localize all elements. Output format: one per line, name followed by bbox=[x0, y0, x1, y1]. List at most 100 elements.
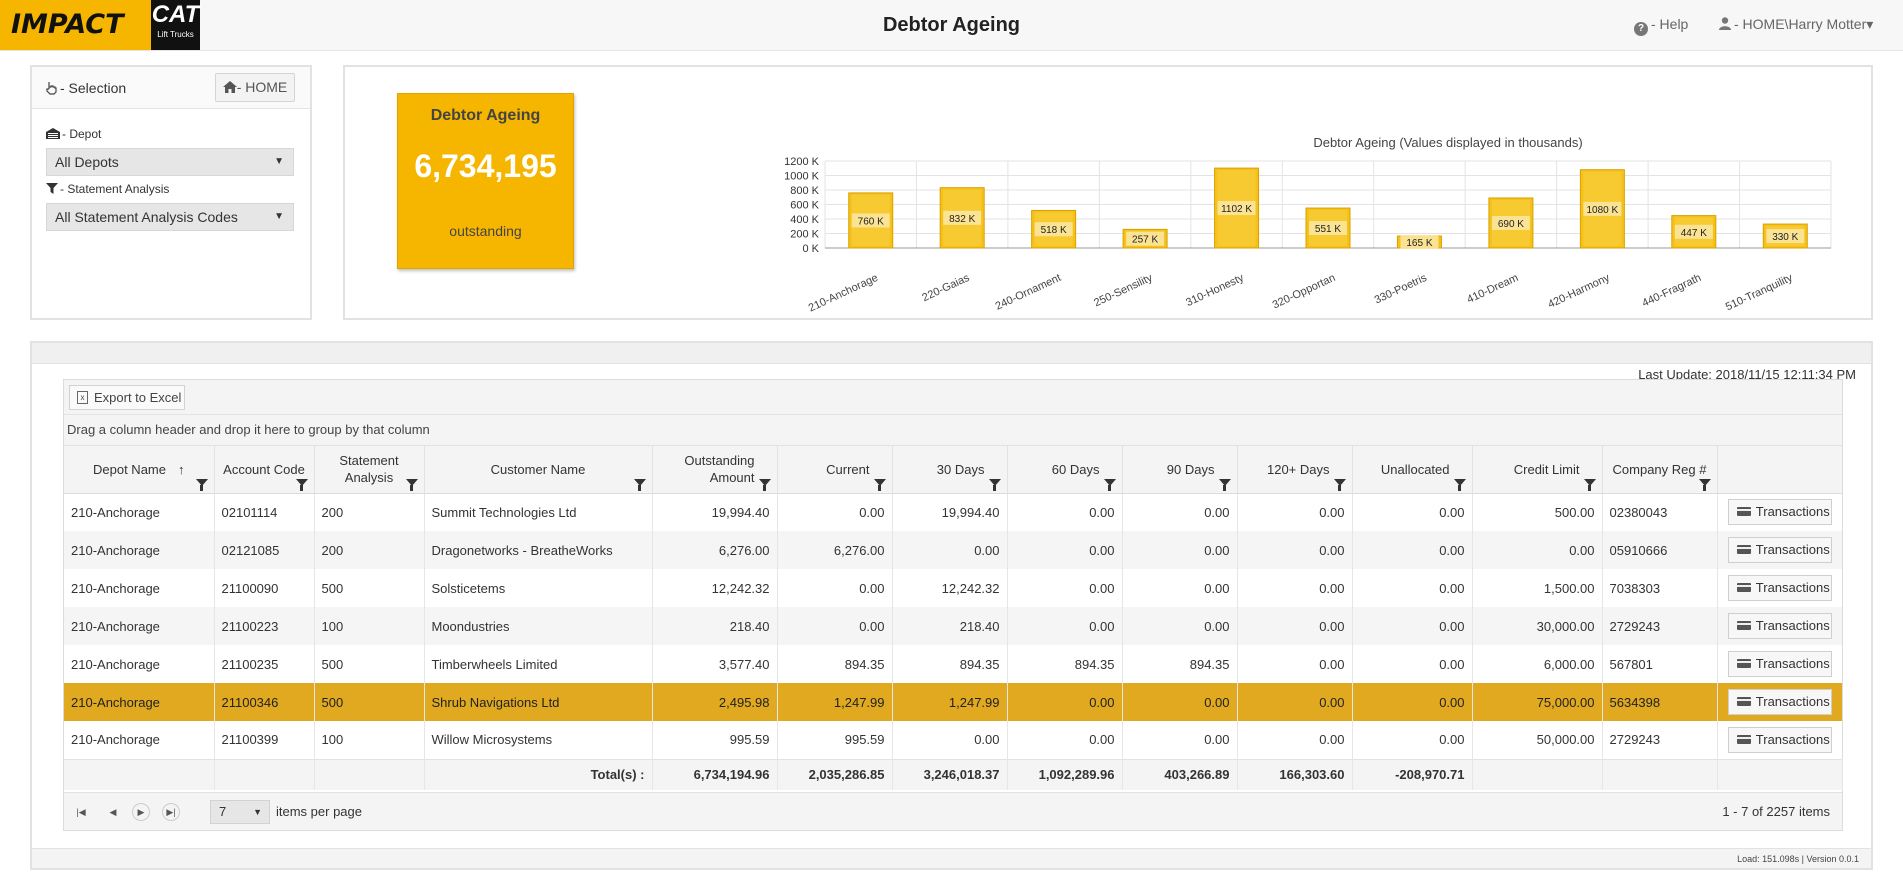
table-cell: Moondustries bbox=[424, 607, 653, 645]
column-header[interactable]: Credit Limit bbox=[1472, 446, 1603, 494]
table-cell: 6,276.00 bbox=[652, 531, 778, 569]
table-row[interactable]: 210-Anchorage 21100399 100 Willow Microsyst… bbox=[64, 721, 1842, 759]
column-header[interactable]: Statement Analysis bbox=[314, 446, 425, 494]
filter-icon[interactable] bbox=[405, 478, 418, 491]
column-header[interactable]: 120+ Days bbox=[1237, 446, 1353, 494]
table-cell: 210-Anchorage bbox=[64, 607, 215, 645]
help-link[interactable]: ? - Help bbox=[1634, 16, 1688, 36]
table-cell: 210-Anchorage bbox=[64, 721, 215, 759]
export-excel-button[interactable]: x Export to Excel bbox=[69, 385, 185, 410]
column-header[interactable]: Customer Name bbox=[424, 446, 653, 494]
home-icon bbox=[222, 81, 237, 93]
filter-icon[interactable] bbox=[195, 478, 208, 491]
credit-card-icon bbox=[1736, 697, 1751, 706]
y-tick-label: 1200 K bbox=[784, 156, 820, 168]
column-header[interactable]: Depot Name ↑ bbox=[64, 446, 215, 494]
filter-icon[interactable] bbox=[873, 478, 886, 491]
table-cell: 0.00 bbox=[1007, 531, 1123, 569]
actions-column-header bbox=[1717, 446, 1842, 494]
last-page-icon[interactable]: ▶| bbox=[162, 803, 180, 821]
table-row[interactable]: 210-Anchorage 21100090 500 Solsticetems 12,2… bbox=[64, 569, 1842, 607]
sort-ascending-icon[interactable]: ↑ bbox=[178, 462, 185, 477]
actions-cell: Transactions bbox=[1717, 607, 1842, 645]
table-cell: 0.00 bbox=[1472, 531, 1603, 569]
group-drop-area[interactable]: Drag a column header and drop it here to… bbox=[64, 415, 1842, 446]
grid-panel: Last Update: 2018/11/15 12:11:34 PM x Ex… bbox=[30, 341, 1873, 870]
first-page-icon[interactable]: |◀ bbox=[72, 803, 90, 821]
y-tick-label: 600 K bbox=[790, 200, 819, 212]
items-per-page-label: items per page bbox=[276, 804, 362, 819]
prev-page-icon[interactable]: ◀ bbox=[104, 803, 122, 821]
column-header[interactable]: Account Code bbox=[214, 446, 315, 494]
column-header[interactable]: Outstanding Amount bbox=[652, 446, 778, 494]
transactions-button[interactable]: Transactions bbox=[1727, 537, 1832, 563]
table-cell: 0.00 bbox=[1237, 607, 1353, 645]
table-row[interactable]: 210-Anchorage 21100223 100 Moondustries 218.… bbox=[64, 607, 1842, 645]
table-cell: 0.00 bbox=[1237, 721, 1353, 759]
question-circle-icon: ? bbox=[1634, 22, 1648, 36]
table-cell: 0.00 bbox=[1122, 493, 1238, 531]
table-cell: 0.00 bbox=[1122, 569, 1238, 607]
chart-panel: Debtor Ageing 6,734,195 outstanding Debt… bbox=[343, 65, 1873, 320]
actions-cell: Transactions bbox=[1717, 531, 1842, 569]
user-menu[interactable]: - HOME\Harry Motter▾ bbox=[1719, 16, 1873, 33]
filter-icon[interactable] bbox=[1103, 478, 1116, 491]
statement-analysis-dropdown[interactable]: All Statement Analysis Codes ▼ bbox=[46, 203, 294, 231]
column-header[interactable]: 90 Days bbox=[1122, 446, 1238, 494]
top-bar: IMPACT CAT Lift Trucks Debtor Ageing ? - … bbox=[0, 0, 1903, 51]
data-label: 257 K bbox=[1132, 235, 1158, 246]
table-row[interactable]: 210-Anchorage 21100235 500 Timberwheels Lim… bbox=[64, 645, 1842, 683]
table-row[interactable]: 210-Anchorage 02101114 200 Summit Technolog… bbox=[64, 493, 1842, 531]
table-cell: Summit Technologies Ltd bbox=[424, 493, 653, 531]
kpi-value: 6,734,195 bbox=[414, 148, 557, 184]
table-cell: 0.00 bbox=[1007, 607, 1123, 645]
table-cell: 2,495.98 bbox=[652, 683, 778, 721]
next-page-icon[interactable]: ▶ bbox=[132, 803, 150, 821]
column-header[interactable]: Current bbox=[777, 446, 893, 494]
filter-icon[interactable] bbox=[1333, 478, 1346, 491]
transactions-button[interactable]: Transactions bbox=[1727, 613, 1832, 639]
credit-card-icon bbox=[1736, 659, 1751, 668]
table-cell: 12,242.32 bbox=[892, 569, 1008, 607]
column-header[interactable]: 60 Days bbox=[1007, 446, 1123, 494]
column-header-label: Account Code bbox=[223, 461, 305, 477]
table-cell: 894.35 bbox=[777, 645, 893, 683]
filter-icon[interactable] bbox=[758, 478, 771, 491]
totals-cell: 166,303.60 bbox=[1237, 758, 1353, 790]
table-cell: 0.00 bbox=[892, 531, 1008, 569]
table-cell: 6,276.00 bbox=[777, 531, 893, 569]
kpi-tile[interactable]: Debtor Ageing 6,734,195 outstanding bbox=[397, 93, 574, 269]
column-header[interactable]: Company Reg # bbox=[1602, 446, 1718, 494]
column-header-label: Statement Analysis bbox=[339, 453, 399, 486]
table-row[interactable]: 210-Anchorage 02121085 200 Dragonetworks - … bbox=[64, 531, 1842, 569]
totals-empty-cell bbox=[314, 758, 425, 790]
transactions-button[interactable]: Transactions bbox=[1727, 575, 1832, 601]
table-cell: 500 bbox=[314, 645, 425, 683]
hand-pointer-icon bbox=[46, 82, 57, 95]
table-cell: Timberwheels Limited bbox=[424, 645, 653, 683]
table-cell: 200 bbox=[314, 493, 425, 531]
transactions-button[interactable]: Transactions bbox=[1727, 499, 1832, 526]
transactions-button[interactable]: Transactions bbox=[1727, 651, 1832, 677]
depot-dropdown[interactable]: All Depots ▼ bbox=[46, 148, 294, 176]
table-row[interactable]: 210-Anchorage 21100346 500 Shrub Navigation… bbox=[64, 683, 1842, 721]
table-cell: 500.00 bbox=[1472, 493, 1603, 531]
home-button[interactable]: - HOME bbox=[215, 73, 295, 102]
column-header[interactable]: 30 Days bbox=[892, 446, 1008, 494]
filter-icon[interactable] bbox=[988, 478, 1001, 491]
table-cell: Dragonetworks - BreatheWorks bbox=[424, 531, 653, 569]
page-size-select[interactable]: 7 ▼ bbox=[210, 800, 270, 824]
x-tick-label: 420-Harmony bbox=[1546, 272, 1612, 311]
transactions-button[interactable]: Transactions bbox=[1727, 689, 1832, 715]
filter-icon[interactable] bbox=[1453, 478, 1466, 491]
filter-icon[interactable] bbox=[633, 478, 646, 491]
filter-icon[interactable] bbox=[295, 478, 308, 491]
column-header[interactable]: Unallocated bbox=[1352, 446, 1473, 494]
filter-icon[interactable] bbox=[1218, 478, 1231, 491]
filter-icon[interactable] bbox=[1583, 478, 1596, 491]
selection-title: - Selection bbox=[46, 80, 126, 96]
table-cell: 100 bbox=[314, 607, 425, 645]
transactions-button[interactable]: Transactions bbox=[1727, 726, 1832, 753]
column-header-label: 120+ Days bbox=[1266, 461, 1330, 477]
filter-icon[interactable] bbox=[1698, 478, 1711, 491]
